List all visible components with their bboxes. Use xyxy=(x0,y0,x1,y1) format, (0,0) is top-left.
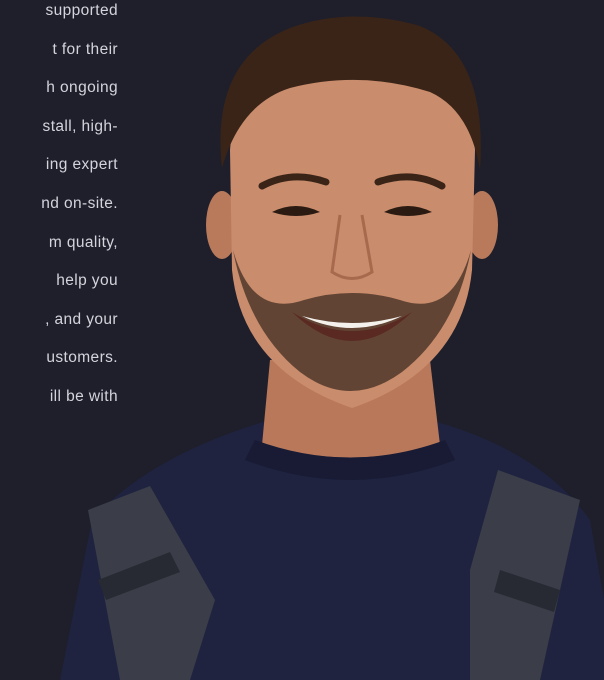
page-section: supported t for their h ongoing stall, h… xyxy=(0,0,604,680)
worker-portrait-photo xyxy=(60,16,604,680)
